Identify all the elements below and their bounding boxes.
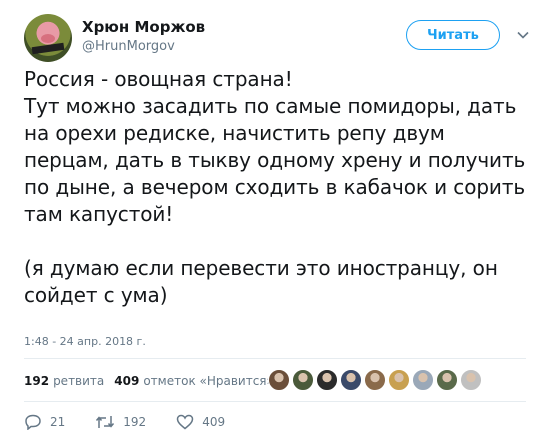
- reply-icon: [25, 414, 41, 430]
- retweet-icon: [96, 416, 115, 428]
- tweet-actions: 21 192 409: [24, 412, 255, 432]
- retweet-count: 192: [123, 415, 147, 429]
- tweet-text: Россия - овощная страна! Тут можно засад…: [24, 67, 526, 307]
- retweets-label: ретвита: [53, 374, 105, 388]
- divider: [24, 358, 526, 359]
- heart-icon: [176, 414, 194, 430]
- reply-button[interactable]: 21: [24, 414, 65, 430]
- liker-avatar[interactable]: [412, 369, 434, 391]
- avatar-snout: [41, 34, 55, 43]
- liker-avatar[interactable]: [364, 369, 386, 391]
- liker-avatar[interactable]: [340, 369, 362, 391]
- avatar-band: [31, 42, 65, 55]
- user-avatar[interactable]: [24, 14, 72, 62]
- follow-button[interactable]: Читать: [406, 20, 500, 50]
- retweet-button[interactable]: 192: [95, 414, 146, 430]
- tweet-header: Хрюн Моржов @HrunMorgov Читать: [24, 14, 534, 62]
- chevron-down-icon[interactable]: [516, 28, 530, 42]
- liker-avatar[interactable]: [460, 369, 482, 391]
- user-name[interactable]: Хрюн Моржов: [82, 18, 205, 36]
- liker-avatar[interactable]: [388, 369, 410, 391]
- liker-avatar[interactable]: [292, 369, 314, 391]
- liker-avatar[interactable]: [436, 369, 458, 391]
- likes-stat[interactable]: 409 отметок «Нравится»: [114, 374, 274, 388]
- retweets-count: 192: [24, 374, 50, 388]
- liker-avatar[interactable]: [268, 369, 290, 391]
- likes-label: отметок «Нравится»: [143, 374, 274, 388]
- tweet-timestamp[interactable]: 1:48 - 24 апр. 2018 г.: [24, 335, 146, 348]
- reply-count: 21: [50, 415, 66, 429]
- divider: [24, 401, 526, 402]
- like-button[interactable]: 409: [176, 414, 225, 430]
- user-handle[interactable]: @HrunMorgov: [82, 39, 175, 55]
- tweet-stats: 192 ретвита 409 отметок «Нравится»: [24, 368, 284, 394]
- retweets-stat[interactable]: 192 ретвита: [24, 374, 104, 388]
- likes-count: 409: [114, 374, 140, 388]
- likers-avatars: [268, 369, 484, 391]
- liker-avatar[interactable]: [316, 369, 338, 391]
- like-count: 409: [202, 415, 226, 429]
